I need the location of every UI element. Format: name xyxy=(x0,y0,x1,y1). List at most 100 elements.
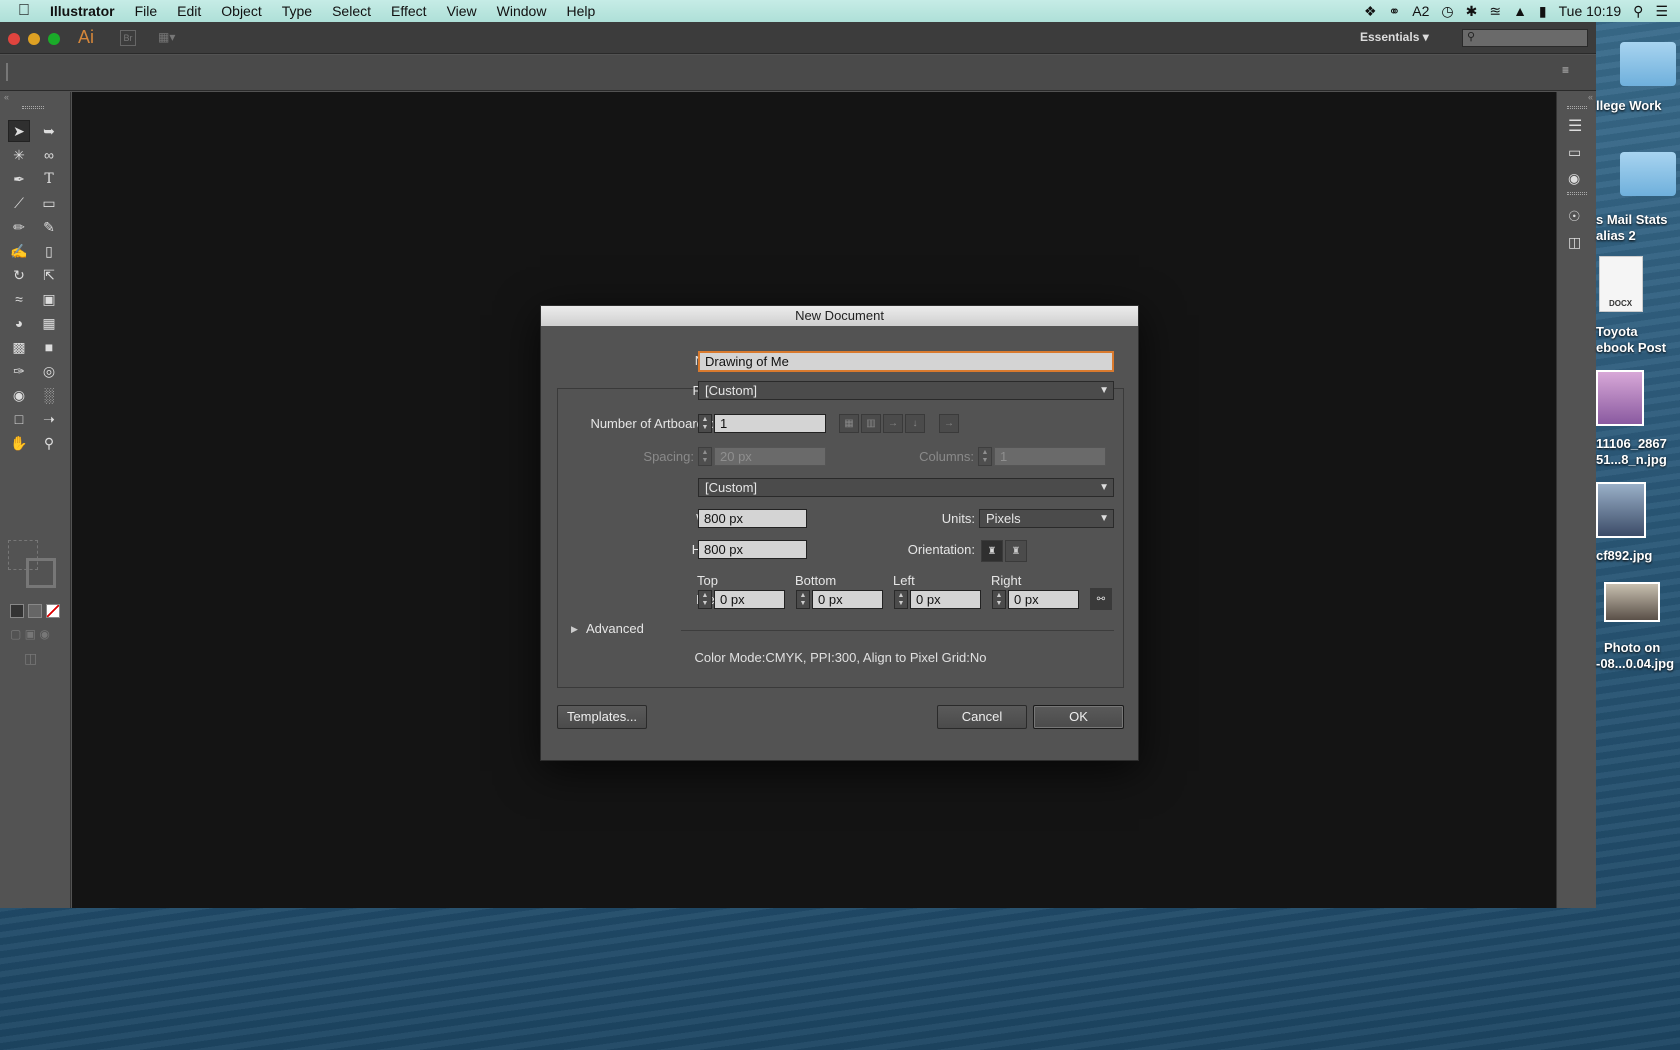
stroke-swatch[interactable] xyxy=(26,558,56,588)
blob-brush-tool-icon[interactable]: ✍ xyxy=(8,240,30,262)
spotlight-icon[interactable]: ⚲ xyxy=(1633,3,1643,20)
artboards-panel-icon[interactable]: ◫ xyxy=(1568,234,1581,251)
search-input[interactable]: ⚲ xyxy=(1462,29,1588,47)
desktop-icon-label[interactable]: Photo on xyxy=(1604,640,1660,655)
minimize-button[interactable] xyxy=(28,33,40,45)
menu-help[interactable]: Help xyxy=(556,3,605,19)
type-tool-icon[interactable]: T xyxy=(38,168,60,190)
right-to-left-icon[interactable]: → xyxy=(939,414,959,433)
desktop-icon-label[interactable]: ebook Post xyxy=(1596,340,1666,355)
bleed-left-input[interactable]: 0 px xyxy=(910,590,981,609)
gradient-panel-icon[interactable]: ▭ xyxy=(1568,144,1581,161)
photo-thumbnail[interactable] xyxy=(1596,482,1646,538)
panel-grip[interactable] xyxy=(6,63,8,81)
shape-builder-tool-icon[interactable]: ◕ xyxy=(8,312,30,334)
gradient-tool-icon[interactable]: ■ xyxy=(38,336,60,358)
pen-tool-icon[interactable]: ✒ xyxy=(8,168,30,190)
menu-file[interactable]: File xyxy=(125,3,168,19)
menu-effect[interactable]: Effect xyxy=(381,3,437,19)
ok-button[interactable]: OK xyxy=(1033,705,1124,729)
rotate-tool-icon[interactable]: ↻ xyxy=(8,264,30,286)
folder-icon[interactable] xyxy=(1620,152,1676,196)
menu-select[interactable]: Select xyxy=(322,3,381,19)
collapse-icon[interactable]: « xyxy=(1561,92,1597,102)
symbol-sprayer-tool-icon[interactable]: ◉ xyxy=(8,384,30,406)
blend-tool-icon[interactable]: ◎ xyxy=(38,360,60,382)
photo-thumbnail[interactable] xyxy=(1596,370,1644,426)
appearance-icon[interactable]: ☉ xyxy=(1568,208,1581,225)
folder-icon[interactable] xyxy=(1620,42,1676,86)
wifi-icon[interactable]: ≊ xyxy=(1489,3,1501,20)
desktop-icon-label[interactable]: cf892.jpg xyxy=(1596,548,1652,563)
units-select[interactable]: Pixels ▼ xyxy=(979,509,1114,528)
bleed-bottom-stepper[interactable]: ▲ ▼ xyxy=(796,590,810,609)
line-tool-icon[interactable]: ⟋ xyxy=(8,192,30,214)
photo-thumbnail[interactable] xyxy=(1604,582,1660,622)
zoom-tool-icon[interactable]: ⚲ xyxy=(38,432,60,454)
landscape-icon[interactable]: ♜ xyxy=(1005,540,1027,562)
scale-tool-icon[interactable]: ⇱ xyxy=(38,264,60,286)
width-tool-icon[interactable]: ≈ xyxy=(8,288,30,310)
height-input[interactable]: 800 px xyxy=(698,540,807,559)
none-icon[interactable] xyxy=(46,604,60,618)
mesh-tool-icon[interactable]: ▩ xyxy=(8,336,30,358)
name-input[interactable]: Drawing of Me xyxy=(698,351,1114,372)
menu-app-name[interactable]: Illustrator xyxy=(40,3,125,19)
eyedropper-tool-icon[interactable]: ✑ xyxy=(8,360,30,382)
bridge-button[interactable]: Br xyxy=(120,30,136,46)
volume-icon[interactable]: ▲ xyxy=(1513,3,1527,19)
menu-window[interactable]: Window xyxy=(487,3,557,19)
arrange-by-row-icon[interactable]: → xyxy=(883,414,903,433)
desktop-icon-label[interactable]: llege Work xyxy=(1596,98,1662,113)
list-icon[interactable]: ☰ xyxy=(1655,3,1668,20)
clock[interactable]: Tue 10:19 xyxy=(1559,3,1622,19)
bleed-top-input[interactable]: 0 px xyxy=(714,590,785,609)
desktop-icon-label[interactable]: 11106_2867 xyxy=(1596,436,1667,451)
bleed-right-input[interactable]: 0 px xyxy=(1008,590,1079,609)
cancel-button[interactable]: Cancel xyxy=(937,705,1027,729)
panel-grip[interactable] xyxy=(1567,192,1587,195)
close-button[interactable] xyxy=(8,33,20,45)
desktop-icon-label[interactable]: Toyota xyxy=(1596,324,1638,339)
bleed-left-stepper[interactable]: ▲ ▼ xyxy=(894,590,908,609)
artboard-tool-icon[interactable]: □ xyxy=(8,408,30,430)
templates-button[interactable]: Templates... xyxy=(557,705,647,729)
menu-view[interactable]: View xyxy=(437,3,487,19)
menu-object[interactable]: Object xyxy=(211,3,271,19)
panel-menu-icon[interactable]: ≡ xyxy=(1562,63,1569,77)
desktop-icon-label[interactable]: alias 2 xyxy=(1596,228,1636,243)
arrange-documents-icon[interactable]: ▦▾ xyxy=(158,30,186,46)
gradient-icon[interactable] xyxy=(28,604,42,618)
advanced-toggle[interactable]: Advanced xyxy=(586,621,644,636)
battery-icon[interactable]: ▮ xyxy=(1539,3,1547,20)
grid-by-column-icon[interactable]: ▥ xyxy=(861,414,881,433)
hand-tool-icon[interactable]: ✋ xyxy=(8,432,30,454)
profile-select[interactable]: [Custom] ▼ xyxy=(698,381,1114,400)
size-select[interactable]: [Custom] ▼ xyxy=(698,478,1114,497)
disclosure-triangle-icon[interactable]: ▶ xyxy=(571,624,578,635)
menu-type[interactable]: Type xyxy=(272,3,322,19)
adobe-icon[interactable]: A2 xyxy=(1412,3,1429,19)
draw-mode-icon[interactable]: ▢ ▣ ◉ xyxy=(10,627,50,641)
dropbox-icon[interactable]: ❖ xyxy=(1364,3,1377,20)
transparency-icon[interactable]: ◉ xyxy=(1568,170,1580,187)
slice-tool-icon[interactable]: ➝ xyxy=(38,408,60,430)
portrait-icon[interactable]: ♜ xyxy=(981,540,1003,562)
lasso-tool-icon[interactable]: ∞ xyxy=(38,144,60,166)
desktop-icon-label[interactable]: -08...0.04.jpg xyxy=(1596,656,1674,671)
magic-wand-tool-icon[interactable]: ✳ xyxy=(8,144,30,166)
apple-icon[interactable]:  xyxy=(0,2,40,20)
artboards-input[interactable]: 1 xyxy=(714,414,826,433)
bleed-bottom-input[interactable]: 0 px xyxy=(812,590,883,609)
paintbrush-tool-icon[interactable]: ✏ xyxy=(8,216,30,238)
zoom-button[interactable] xyxy=(48,33,60,45)
perspective-grid-tool-icon[interactable]: ▦ xyxy=(38,312,60,334)
column-graph-tool-icon[interactable]: ░ xyxy=(38,384,60,406)
fill-stroke-widget[interactable] xyxy=(8,540,60,590)
bluetooth-icon[interactable]: ✱ xyxy=(1466,3,1478,20)
direct-selection-tool-icon[interactable]: ➥ xyxy=(38,120,60,142)
screen-mode-icon[interactable]: ◫ xyxy=(24,650,37,667)
menu-edit[interactable]: Edit xyxy=(167,3,211,19)
color-icon[interactable] xyxy=(10,604,24,618)
docx-file-icon[interactable]: DOCX xyxy=(1599,256,1643,312)
